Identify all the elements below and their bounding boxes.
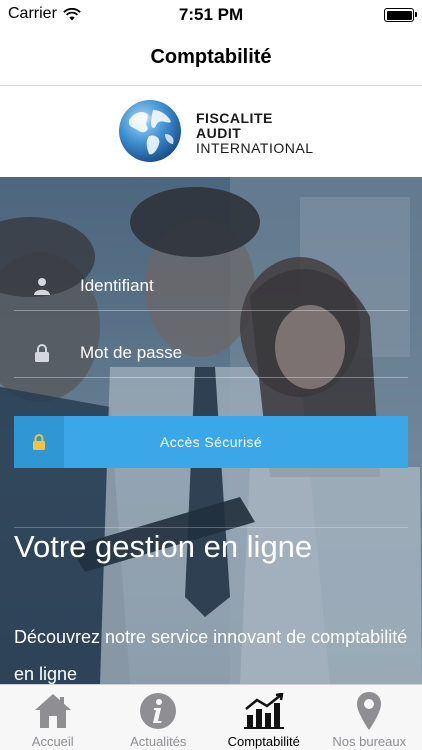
logo-line-1: FISCALITE xyxy=(196,110,273,126)
tab-bar: Accueil Actualités Comptabilité Nos bure… xyxy=(0,684,422,750)
chart-icon xyxy=(243,691,285,731)
home-icon xyxy=(33,691,73,731)
lock-icon xyxy=(14,343,70,362)
info-icon xyxy=(139,691,177,731)
tab-comptabilite[interactable]: Comptabilité xyxy=(211,685,317,750)
map-pin-icon xyxy=(356,691,382,731)
password-field[interactable]: Mot de passe xyxy=(14,328,408,378)
user-icon xyxy=(14,277,70,295)
hero-title: Votre gestion en ligne xyxy=(14,529,313,564)
status-time: 7:51 PM xyxy=(178,5,244,24)
navigation-bar: Comptabilité xyxy=(0,30,422,86)
tab-label-actualites: Actualités xyxy=(130,734,187,749)
secure-access-button[interactable]: Accès Sécurisé xyxy=(14,416,408,468)
logo-text: FISCALITE AUDIT INTERNATIONAL xyxy=(196,111,313,156)
padlock-icon xyxy=(14,416,64,468)
tab-label-accueil: Accueil xyxy=(31,734,74,749)
hero-section: Identifiant Mot de passe Accès Sécurisé … xyxy=(0,177,422,684)
username-field[interactable]: Identifiant xyxy=(14,261,408,311)
logo-line-2: AUDIT xyxy=(196,125,242,141)
hero-subtitle: Découvrez notre service innovant de comp… xyxy=(14,627,408,684)
logo-line-3: INTERNATIONAL xyxy=(196,140,314,156)
hero-divider xyxy=(14,527,408,528)
battery-icon xyxy=(384,8,417,22)
tab-label-comptabilite: Comptabilité xyxy=(227,734,300,749)
tab-accueil[interactable]: Accueil xyxy=(0,685,106,750)
tab-actualites[interactable]: Actualités xyxy=(106,685,212,750)
logo-banner: FISCALITE AUDIT INTERNATIONAL xyxy=(0,87,422,177)
status-bar: Carrier 7:51 PM xyxy=(0,0,422,30)
password-placeholder: Mot de passe xyxy=(80,342,183,362)
tab-nos-bureaux[interactable]: Nos bureaux xyxy=(317,685,422,750)
tab-label-nos-bureaux: Nos bureaux xyxy=(332,734,407,749)
page-title: Comptabilité xyxy=(150,46,272,68)
username-placeholder: Identifiant xyxy=(80,275,154,295)
globe-logo-icon xyxy=(119,100,181,162)
secure-access-label: Accès Sécurisé xyxy=(159,434,263,450)
